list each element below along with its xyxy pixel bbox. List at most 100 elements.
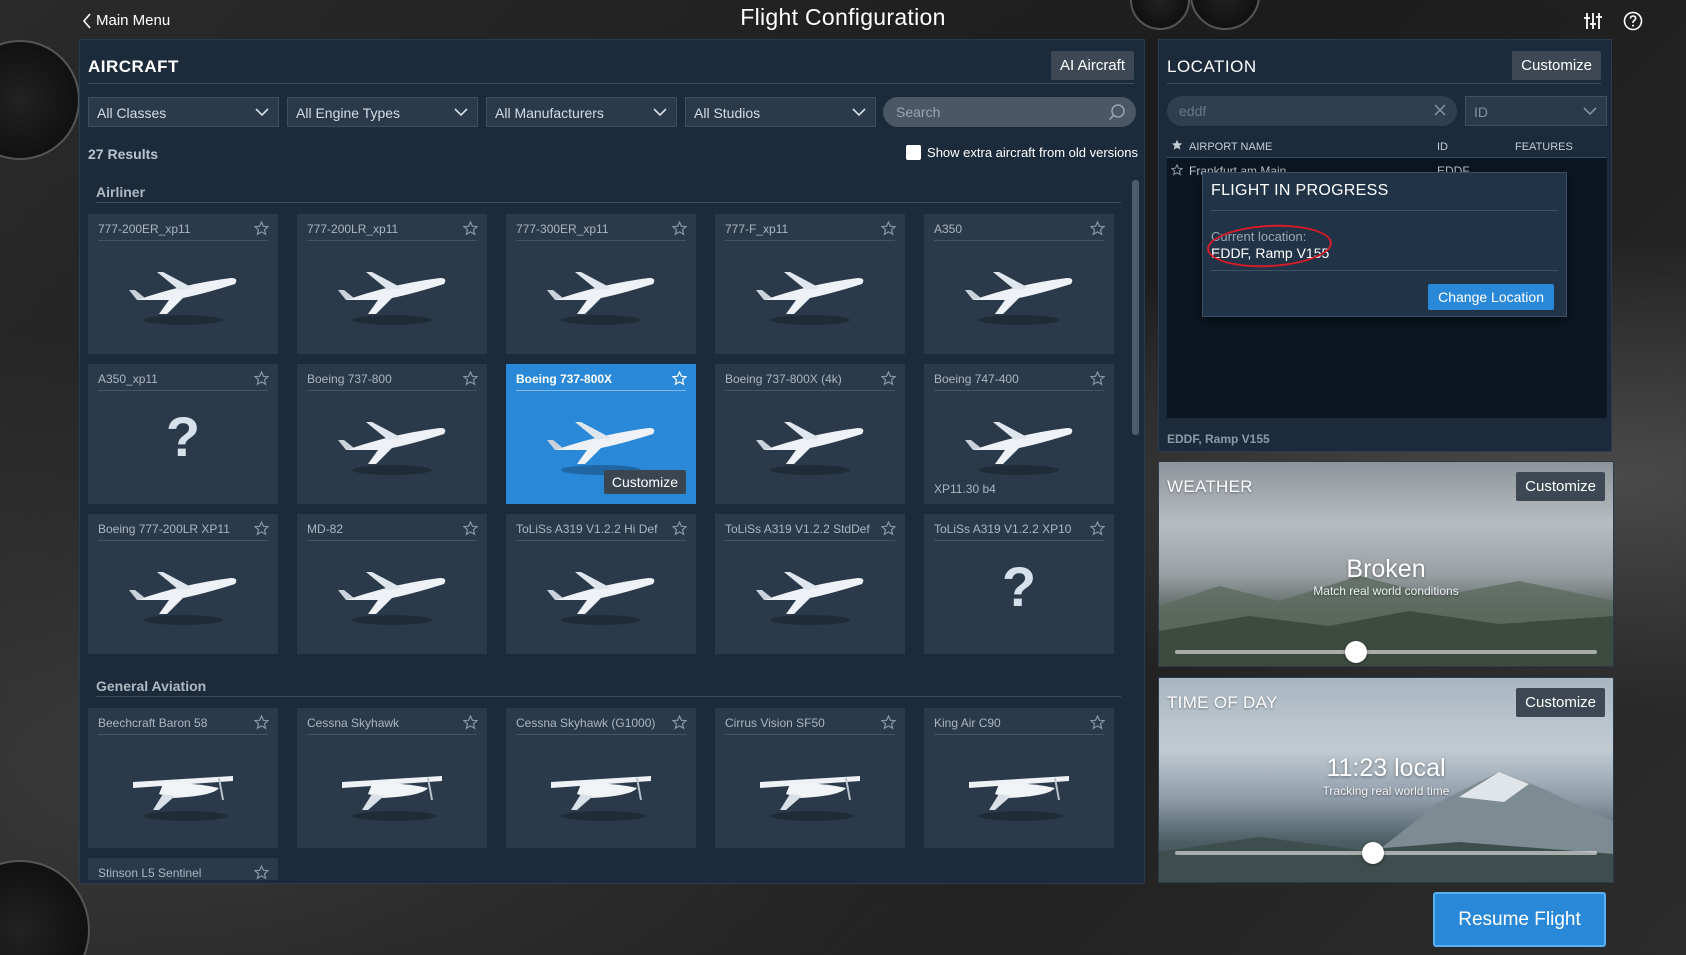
aircraft-customize-button[interactable]: Customize [603, 470, 686, 494]
favorite-star-icon[interactable] [254, 715, 269, 730]
favorite-star-icon[interactable] [463, 715, 478, 730]
aircraft-card[interactable]: 777-F_xp11 [715, 214, 905, 354]
aircraft-card[interactable]: Boeing 737-800 [297, 364, 487, 504]
favorite-star-icon[interactable] [463, 371, 478, 386]
favorite-star-icon[interactable] [1090, 221, 1105, 236]
old-versions-toggle[interactable]: Show extra aircraft from old versions [906, 145, 1138, 160]
old-versions-checkbox[interactable] [906, 145, 922, 160]
missing-thumbnail-icon: ? [1001, 555, 1037, 618]
aircraft-name: MD-82 [307, 522, 344, 536]
manufacturer-filter-dropdown[interactable]: All Manufacturers [486, 97, 677, 127]
card-divider [934, 240, 1104, 241]
favorite-star-icon[interactable] [672, 221, 687, 236]
favorites-column-star-icon[interactable] [1171, 139, 1183, 154]
column-id[interactable]: ID [1437, 141, 1448, 153]
aircraft-search-input[interactable]: Search [883, 97, 1136, 127]
favorite-star-icon[interactable] [672, 521, 687, 536]
aircraft-card[interactable]: Boeing 747-400 XP11.30 b4 [924, 364, 1114, 504]
aircraft-card[interactable]: ToLiSs A319 V1.2.2 XP10? [924, 514, 1114, 654]
aircraft-name: Boeing 747-400 [934, 372, 1019, 386]
resume-flight-button[interactable]: Resume Flight [1433, 892, 1606, 947]
column-airport-name[interactable]: AIRPORT NAME [1189, 141, 1272, 153]
class-filter-dropdown[interactable]: All Classes [88, 97, 279, 127]
weather-panel: WEATHER Customize Broken Match real worl… [1158, 461, 1614, 667]
favorite-star-icon[interactable] [881, 521, 896, 536]
engine-filter-dropdown[interactable]: All Engine Types [287, 97, 478, 127]
weather-customize-button[interactable]: Customize [1516, 472, 1605, 501]
favorite-star-icon[interactable] [672, 715, 687, 730]
favorite-star-icon[interactable] [463, 521, 478, 536]
airport-search-value: eddf [1179, 103, 1207, 119]
favorite-star-icon[interactable] [463, 221, 478, 236]
studio-filter-dropdown[interactable]: All Studios [685, 97, 876, 127]
sliders-icon[interactable] [1582, 10, 1604, 32]
favorite-star-icon[interactable] [254, 371, 269, 386]
clear-search-icon[interactable] [1433, 103, 1447, 117]
section-divider [96, 696, 1121, 697]
aircraft-card[interactable]: 777-300ER_xp11 [506, 214, 696, 354]
aircraft-card[interactable]: 777-200ER_xp11 [88, 214, 278, 354]
aircraft-card[interactable]: 777-200LR_xp11 [297, 214, 487, 354]
favorite-star-icon[interactable] [1090, 715, 1105, 730]
aircraft-name: A350_xp11 [98, 372, 158, 386]
time-of-day-title: TIME OF DAY [1167, 693, 1278, 712]
column-features[interactable]: FEATURES [1515, 141, 1573, 153]
section-label-general-aviation: General Aviation [96, 678, 207, 694]
weather-subtitle: Match real world conditions [1313, 584, 1459, 598]
aircraft-card[interactable]: Cirrus Vision SF50 [715, 708, 905, 848]
time-of-day-slider[interactable] [1175, 842, 1597, 864]
engine-filter-value: All Engine Types [296, 105, 401, 121]
favorite-star-icon[interactable] [254, 221, 269, 236]
aircraft-name: Cessna Skyhawk (G1000) [516, 716, 656, 730]
aircraft-name: King Air C90 [934, 716, 1001, 730]
location-customize-button[interactable]: Customize [1512, 51, 1601, 80]
card-divider [934, 390, 1104, 391]
results-count: 27 Results [88, 146, 159, 162]
aircraft-card[interactable]: Cessna Skyhawk (G1000) [506, 708, 696, 848]
airliner-thumbnail-icon [338, 272, 446, 325]
favorite-star-icon[interactable] [1170, 163, 1184, 179]
favorite-star-icon[interactable] [1090, 371, 1105, 386]
aircraft-card[interactable]: Beechcraft Baron 58 [88, 708, 278, 848]
favorite-star-icon[interactable] [1090, 521, 1105, 536]
id-filter-dropdown[interactable]: ID [1465, 96, 1607, 126]
airliner-thumbnail-icon [756, 422, 864, 475]
aircraft-header: AIRCRAFT AI Aircraft [88, 46, 1134, 84]
chevron-down-icon [454, 108, 468, 117]
section-divider [96, 202, 1121, 203]
time-of-day-customize-button[interactable]: Customize [1516, 688, 1605, 717]
aircraft-card[interactable]: Boeing 737-800X Customize [506, 364, 696, 504]
favorite-star-icon[interactable] [881, 221, 896, 236]
aircraft-card[interactable]: Cessna Skyhawk [297, 708, 487, 848]
chevron-down-icon [1583, 107, 1597, 116]
favorite-star-icon[interactable] [881, 715, 896, 730]
location-header: LOCATION Customize [1167, 46, 1601, 84]
chevron-down-icon [653, 108, 667, 117]
favorite-star-icon[interactable] [881, 371, 896, 386]
aircraft-name: Beechcraft Baron 58 [98, 716, 208, 730]
aircraft-card[interactable]: King Air C90 [924, 708, 1114, 848]
aircraft-name: Boeing 737-800X (4k) [725, 372, 842, 386]
airliner-thumbnail-icon [547, 572, 655, 625]
aircraft-card[interactable]: A350_xp11? [88, 364, 278, 504]
favorite-star-icon[interactable] [672, 371, 687, 386]
weather-slider[interactable] [1175, 641, 1597, 663]
ai-aircraft-button[interactable]: AI Aircraft [1050, 51, 1134, 80]
aircraft-card[interactable]: Stinson L5 Sentinel [88, 858, 278, 880]
old-versions-label: Show extra aircraft from old versions [927, 145, 1138, 160]
help-icon[interactable] [1622, 10, 1644, 32]
chevron-down-icon [255, 108, 269, 117]
aircraft-card[interactable]: ToLiSs A319 V1.2.2 StdDef [715, 514, 905, 654]
card-divider [98, 540, 268, 541]
favorite-star-icon[interactable] [254, 865, 269, 880]
aircraft-card[interactable]: Boeing 777-200LR XP11 [88, 514, 278, 654]
aircraft-card[interactable]: Boeing 737-800X (4k) [715, 364, 905, 504]
airport-search-input[interactable]: eddf [1167, 96, 1457, 126]
change-location-button[interactable]: Change Location [1428, 284, 1554, 310]
favorite-star-icon[interactable] [254, 521, 269, 536]
prop-plane-thumbnail-icon [133, 776, 233, 821]
aircraft-card[interactable]: A350 [924, 214, 1114, 354]
aircraft-list-scrollbar[interactable] [1132, 180, 1139, 435]
aircraft-card[interactable]: ToLiSs A319 V1.2.2 Hi Def [506, 514, 696, 654]
aircraft-card[interactable]: MD-82 [297, 514, 487, 654]
